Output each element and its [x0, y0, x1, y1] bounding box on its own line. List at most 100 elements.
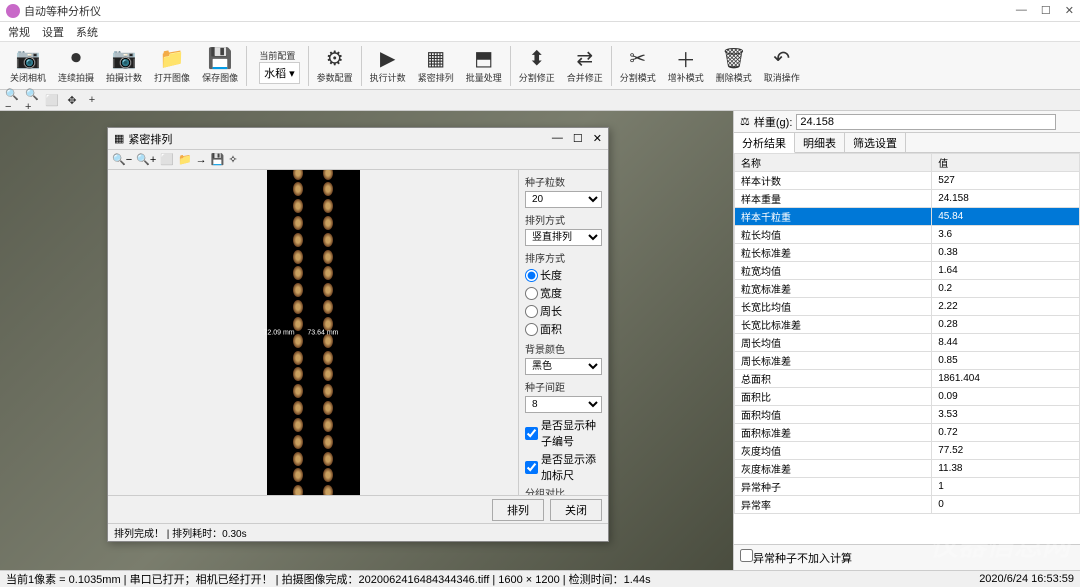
- table-row[interactable]: 异常种子1: [735, 478, 1080, 496]
- weight-input[interactable]: [796, 114, 1056, 130]
- arrange-mode-select[interactable]: 竖直排列: [525, 229, 602, 246]
- dlg-tool[interactable]: 📁: [178, 153, 192, 166]
- seed-gap-select[interactable]: 8: [525, 396, 602, 413]
- tab-filter[interactable]: 筛选设置: [845, 133, 906, 152]
- image-canvas[interactable]: ▦ 紧密排列 — ☐ ✕ 🔍−🔍+⬜📁→💾✧ 72.09 mm 73.64 mm: [0, 111, 733, 570]
- col-value: 值: [932, 154, 1080, 172]
- table-row[interactable]: 粒长均值3.6: [735, 226, 1080, 244]
- table-row[interactable]: 粒宽均值1.64: [735, 262, 1080, 280]
- ruler-left: 72.09 mm: [264, 329, 295, 336]
- menu-settings[interactable]: 设置: [42, 24, 64, 40]
- seed-preview[interactable]: 72.09 mm 73.64 mm: [108, 170, 518, 495]
- weight-label: 样重(g):: [754, 114, 793, 130]
- table-row[interactable]: 粒宽标准差0.2: [735, 280, 1080, 298]
- dialog-title: 紧密排列: [128, 131, 552, 147]
- right-panel: ⚖ 样重(g): 分析结果 明细表 筛选设置 名称 值 样本计数527样本重量2…: [733, 111, 1080, 570]
- maximize-button[interactable]: ☐: [1041, 4, 1051, 17]
- menu-general[interactable]: 常规: [8, 24, 30, 40]
- tab-analysis[interactable]: 分析结果: [734, 133, 795, 153]
- seed: [323, 199, 333, 213]
- toolbar-分割修正[interactable]: ⬍分割修正: [513, 46, 561, 86]
- zoom-tool[interactable]: ✥: [64, 92, 80, 108]
- toolbar-连续拍摄[interactable]: ⏺连续拍摄: [52, 46, 100, 86]
- arrange-button[interactable]: 排列: [492, 499, 544, 521]
- seed: [293, 351, 303, 365]
- titlebar: 自动等种分析仪 — ☐ ✕: [0, 0, 1080, 22]
- toolbar-拍摄计数[interactable]: 📷拍摄计数: [100, 46, 148, 86]
- seed: [323, 384, 333, 398]
- toolbar-删除模式[interactable]: 🗑删除模式: [710, 46, 758, 86]
- toolbar-增补模式[interactable]: ＋增补模式: [662, 46, 710, 86]
- sort-radio-长度[interactable]: 长度: [525, 267, 562, 283]
- table-row[interactable]: 周长标准差0.85: [735, 352, 1080, 370]
- minimize-button[interactable]: —: [1016, 4, 1027, 17]
- dialog-status: 排列完成！ | 排列耗时：0.30s: [108, 523, 608, 541]
- table-row[interactable]: 异常率0: [735, 496, 1080, 514]
- seed: [293, 401, 303, 415]
- bg-color-select[interactable]: 黑色: [525, 358, 602, 375]
- table-row[interactable]: 样本计数527: [735, 172, 1080, 190]
- dialog-close[interactable]: ✕: [593, 132, 602, 145]
- table-row[interactable]: 面积标准差0.72: [735, 424, 1080, 442]
- show-number-checkbox[interactable]: 是否显示种子编号: [525, 417, 602, 449]
- exclude-abnormal-checkbox[interactable]: 异常种子不加入计算: [740, 553, 852, 565]
- dlg-tool[interactable]: →: [196, 154, 207, 166]
- close-button[interactable]: ✕: [1065, 4, 1074, 17]
- table-row[interactable]: 灰度标准差11.38: [735, 460, 1080, 478]
- seed: [293, 300, 303, 314]
- dlg-tool[interactable]: 🔍−: [112, 153, 132, 166]
- result-table[interactable]: 名称 值 样本计数527样本重量24.158样本千粒重45.84粒长均值3.6粒…: [734, 153, 1080, 544]
- config-dropdown[interactable]: 水稻 ▾: [259, 62, 300, 84]
- seed: [293, 452, 303, 466]
- show-ruler-checkbox[interactable]: 是否显示添加标尺: [525, 451, 602, 483]
- sort-radio-周长[interactable]: 周长: [525, 303, 562, 319]
- toolbar-紧密排列[interactable]: ▦紧密排列: [412, 46, 460, 86]
- table-row[interactable]: 面积比0.09: [735, 388, 1080, 406]
- zoom-tool[interactable]: 🔍+: [24, 92, 40, 108]
- toolbar-打开图像[interactable]: 📁打开图像: [148, 46, 196, 86]
- table-row[interactable]: 面积均值3.53: [735, 406, 1080, 424]
- menu-system[interactable]: 系统: [76, 24, 98, 40]
- table-row[interactable]: 周长均值8.44: [735, 334, 1080, 352]
- dlg-tool[interactable]: ✧: [228, 153, 237, 166]
- dlg-tool[interactable]: ⬜: [160, 153, 174, 166]
- table-row[interactable]: 样本重量24.158: [735, 190, 1080, 208]
- toolbar-批量处理[interactable]: ⬒批量处理: [460, 46, 508, 86]
- table-row[interactable]: 灰度均值77.52: [735, 442, 1080, 460]
- seed: [323, 418, 333, 432]
- config-label: 当前配置: [259, 49, 295, 62]
- toolbar-参数配置[interactable]: ⚙参数配置: [311, 46, 359, 86]
- tab-details[interactable]: 明细表: [795, 133, 845, 152]
- dlg-tool[interactable]: 💾: [211, 153, 225, 166]
- seed: [293, 367, 303, 381]
- sort-radio-面积[interactable]: 面积: [525, 321, 562, 337]
- seed: [323, 233, 333, 247]
- seed: [323, 250, 333, 264]
- table-row[interactable]: 样本千粒重45.84: [735, 208, 1080, 226]
- toolbar-分割模式[interactable]: ✂分割模式: [614, 46, 662, 86]
- seed: [293, 266, 303, 280]
- ruler-right: 73.64 mm: [307, 329, 338, 336]
- toolbar-合并修正[interactable]: ⇄合并修正: [561, 46, 609, 86]
- close-button[interactable]: 关闭: [550, 499, 602, 521]
- table-row[interactable]: 总面积1861.404: [735, 370, 1080, 388]
- toolbar-执行计数[interactable]: ▶执行计数: [364, 46, 412, 86]
- seed: [323, 435, 333, 449]
- table-row[interactable]: 长宽比均值2.22: [735, 298, 1080, 316]
- dialog-maximize[interactable]: ☐: [573, 132, 583, 145]
- sort-radio-宽度[interactable]: 宽度: [525, 285, 562, 301]
- dialog-minimize[interactable]: —: [552, 132, 563, 145]
- zoom-tool[interactable]: +: [84, 92, 100, 108]
- status-datetime: 2020/6/24 16:53:59: [979, 573, 1074, 585]
- dlg-tool[interactable]: 🔍+: [136, 153, 156, 166]
- toolbar-关闭相机[interactable]: 📷关闭相机: [4, 46, 52, 86]
- table-row[interactable]: 粒长标准差0.38: [735, 244, 1080, 262]
- table-row[interactable]: 长宽比标准差0.28: [735, 316, 1080, 334]
- scale-icon: ⚖: [740, 115, 750, 128]
- zoom-tool[interactable]: 🔍−: [4, 92, 20, 108]
- dialog-sidebar: 种子粒数 20 排列方式 竖直排列 排序方式 长度宽度周长面积 背景颜色 黑色 …: [518, 170, 608, 495]
- zoom-tool[interactable]: ⬜: [44, 92, 60, 108]
- toolbar-取消操作[interactable]: ↶取消操作: [758, 46, 806, 86]
- toolbar-保存图像[interactable]: 💾保存图像: [196, 46, 244, 86]
- seed-count-select[interactable]: 20: [525, 191, 602, 208]
